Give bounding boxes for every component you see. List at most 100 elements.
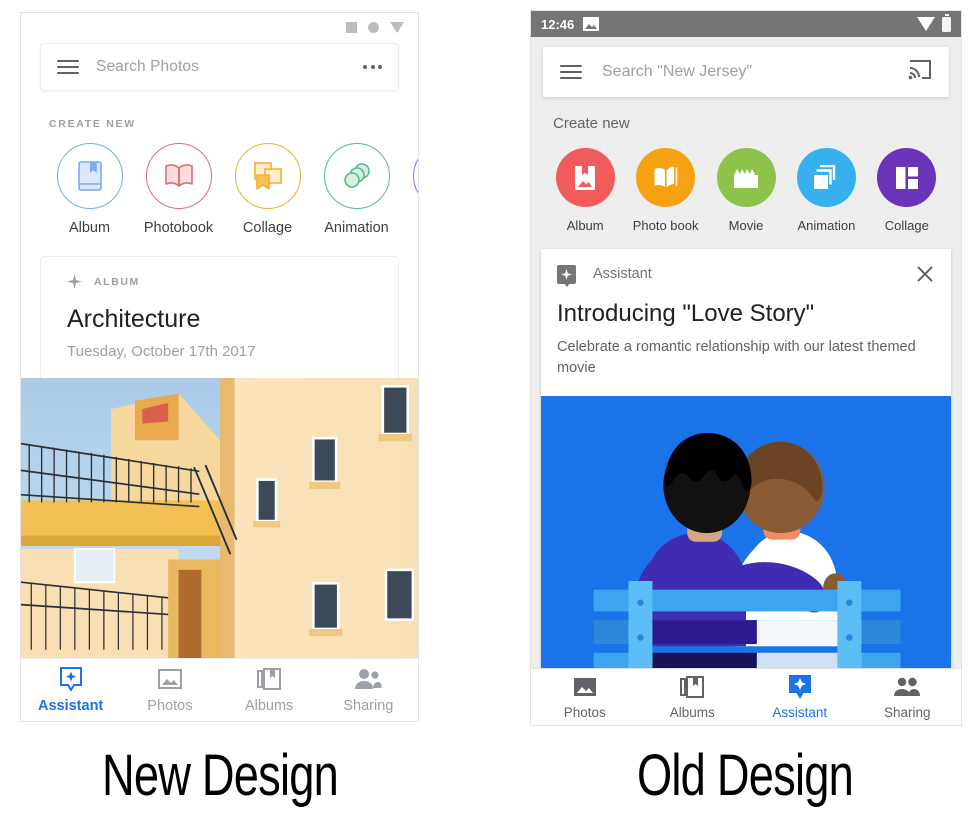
album-book-icon [56,143,123,209]
album-photo[interactable] [21,378,418,658]
assistant-card-title: Introducing "Love Story" [557,300,815,327]
create-item-label: Mo [401,220,418,236]
status-bar: 12:46 [531,11,961,37]
assistant-card-header: Assistant [541,249,951,287]
create-item-movie[interactable]: Movie [706,148,786,233]
collage-icon [234,143,301,209]
create-item-photobook[interactable]: Photo book [625,148,705,233]
create-item-animation[interactable]: Animation [786,148,866,233]
close-icon[interactable] [915,264,935,284]
assistant-card-illustration[interactable] [541,396,951,668]
nav-tab-sharing[interactable]: Sharing [854,675,962,720]
create-item-label: Collage [884,218,929,233]
status-time: 12:46 [541,16,575,32]
cast-icon[interactable] [908,59,932,86]
assistant-sparkle-icon [21,666,120,692]
animation-icon [323,143,390,209]
album-card[interactable]: ALBUM Architecture Tuesday, October 17th… [21,256,418,658]
caption-new-design: New Design [101,743,339,808]
nav-tab-photos[interactable]: Photos [531,675,639,720]
nav-tab-label: Photos [147,698,193,714]
create-item-label: Photobook [143,220,214,236]
nav-tab-albums[interactable]: Albums [639,675,747,720]
image-icon [583,17,600,31]
search-bar[interactable]: Search "New Jersey" [543,47,949,97]
photo-icon [120,666,219,692]
album-kicker-label: ALBUM [94,275,140,288]
new-design-phone-mockup: Search Photos CREATE NEW Album Photobook… [20,12,419,722]
nav-tab-sharing[interactable]: Sharing [319,666,418,714]
create-item-label: Animation [324,220,389,236]
window-controls [21,13,418,41]
caption-old-design: Old Design [636,743,854,808]
search-input[interactable]: Search Photos [96,58,363,76]
create-new-label: CREATE NEW [49,118,136,130]
hamburger-icon[interactable] [560,65,582,79]
create-item-collage[interactable]: Collage [867,148,947,233]
bottom-navigation: Photos Albums Assistant Sharing [531,668,961,725]
create-item-animation[interactable]: Animation [312,143,401,236]
album-card-header: ALBUM Architecture Tuesday, October 17th… [40,256,399,378]
create-new-row: Album Photo book Movie Animation Collage [531,148,961,233]
status-indicators [917,13,951,32]
hamburger-icon[interactable] [57,60,79,74]
assistant-badge-icon [557,264,576,287]
albums-icon [639,675,747,699]
create-item-label: Collage [242,220,293,236]
create-item-album[interactable]: Album [545,148,625,233]
people-icon [854,675,962,699]
square-icon[interactable] [346,21,357,33]
search-bar-container: Search "New Jersey" [531,37,961,97]
photo-icon [531,675,639,699]
assistant-card-source: Assistant [593,266,652,282]
grid-icon [877,148,937,207]
search-bar[interactable]: Search Photos [40,43,399,91]
assistant-card[interactable]: Assistant Introducing "Love Story" Celeb… [541,249,951,668]
circle-icon[interactable] [368,21,379,33]
create-item-label: Photo book [632,218,699,233]
search-bar-container: Search Photos [21,41,418,91]
create-item-movie[interactable]: Mo [401,143,418,236]
nav-tab-label: Assistant [37,698,104,714]
nav-tab-label: Photos [563,704,606,720]
triangle-down-icon[interactable] [390,21,404,33]
albums-icon [220,666,319,692]
old-design-phone-mockup: 12:46 Search "New Jersey" Create new Alb… [530,10,962,726]
create-new-row: Album Photobook Collage Animation [21,143,418,236]
search-input[interactable]: Search "New Jersey" [602,63,908,81]
clapper-icon [716,148,776,207]
assistant-card-subtitle: Celebrate a romantic relationship with o… [557,339,916,376]
battery-icon [942,13,951,32]
nav-tab-label: Sharing [343,698,394,714]
nav-tab-label: Albums [669,704,715,720]
create-item-label: Album [68,220,111,236]
wifi-icon [917,17,935,31]
album-date: Tuesday, October 17th 2017 [67,343,256,360]
album-icon [555,148,615,207]
assistant-sparkle-icon [746,674,854,699]
create-item-label: Movie [728,218,764,233]
nav-tab-label: Sharing [883,704,931,720]
layers-icon [796,148,856,207]
nav-tab-assistant[interactable]: Assistant [746,674,854,720]
create-item-label: Animation [797,218,856,233]
nav-tab-photos[interactable]: Photos [120,666,219,714]
create-item-collage[interactable]: Collage [223,143,312,236]
nav-tab-label: Albums [244,698,294,714]
nav-tab-label: Assistant [772,704,828,720]
bottom-navigation: Assistant Photos Albums Sharing [21,658,418,721]
create-item-label: Album [566,218,604,233]
create-item-album[interactable]: Album [45,143,134,236]
more-horizontal-icon[interactable] [363,65,382,69]
movie-icon [412,143,418,209]
people-icon [319,666,418,692]
album-title: Architecture [67,305,201,333]
sparkle-icon [67,274,82,289]
create-item-photobook[interactable]: Photobook [134,143,223,236]
album-kicker: ALBUM [41,274,398,289]
create-new-label: Create new [553,115,630,132]
open-book-icon [145,143,212,209]
book-icon [636,148,696,207]
nav-tab-albums[interactable]: Albums [220,666,319,714]
nav-tab-assistant[interactable]: Assistant [21,666,120,714]
